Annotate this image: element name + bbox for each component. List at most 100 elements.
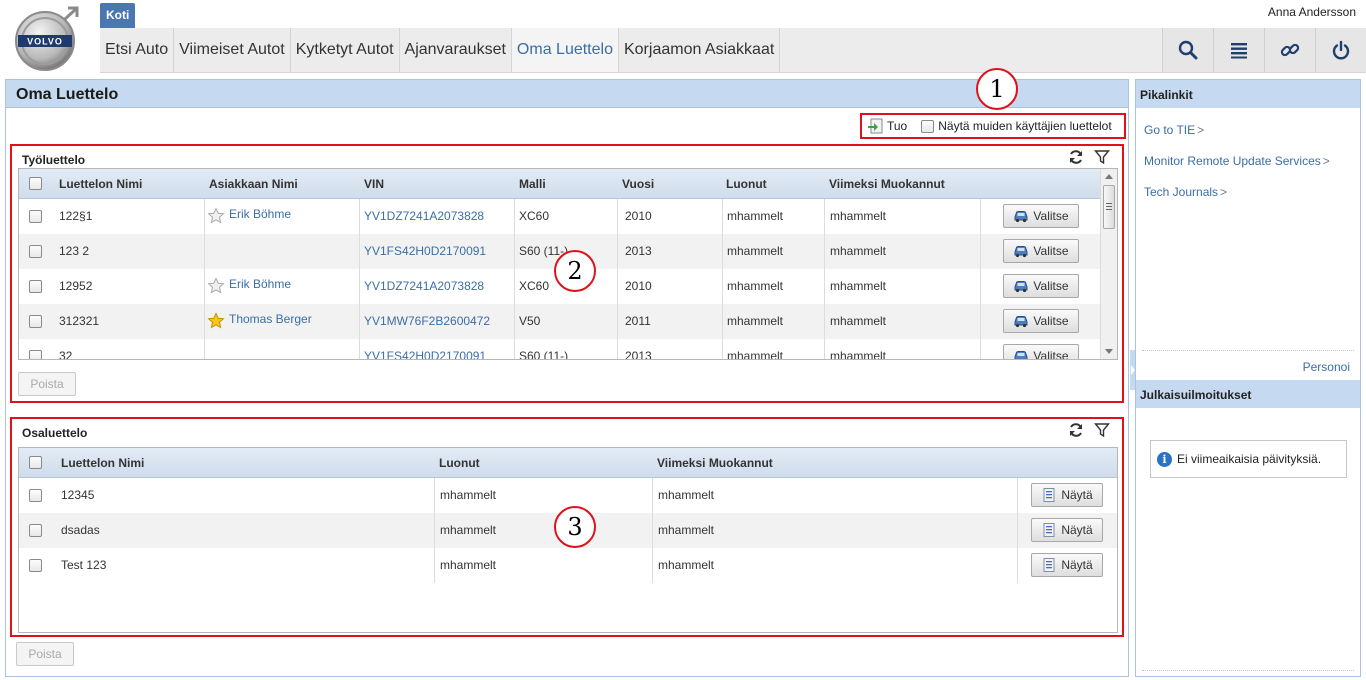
star-outline-icon[interactable] (207, 207, 225, 225)
quicklink-monitor-remote-update[interactable]: Monitor Remote Update Services > (1144, 154, 1330, 168)
modified-by-cell: mhammelt (658, 523, 715, 537)
volvo-logo[interactable]: VOLVO (10, 4, 84, 72)
logout-button[interactable] (1315, 28, 1366, 72)
import-icon[interactable] (867, 118, 883, 134)
nav-ajanvaraukset[interactable]: Ajanvaraukset (400, 28, 512, 72)
show-others-label[interactable]: Näytä muiden käyttäjien luettelot (938, 119, 1111, 133)
scroll-down-arrow-icon[interactable] (1105, 349, 1113, 354)
created-by-cell: mhammelt (727, 349, 784, 360)
vin-link[interactable]: YV1FS42H0D2170091 (364, 349, 486, 359)
chevron-right-icon: > (1197, 123, 1205, 137)
table-row[interactable]: 32 YV1FS42H0D2170091 S60 (11-) 2013 mham… (19, 339, 1117, 360)
filter-icon[interactable] (1094, 422, 1110, 438)
search-icon (1178, 40, 1198, 60)
worklist-delete-button[interactable]: Poista (18, 372, 76, 396)
car-icon (1014, 351, 1028, 359)
side-panel: Pikalinkit Go to TIE > Monitor Remote Upd… (1135, 79, 1361, 677)
table-row[interactable]: 122§1 Erik Böhme YV1DZ7241A2073828 XC60 … (19, 199, 1117, 234)
refresh-icon[interactable] (1068, 149, 1084, 165)
select-vehicle-button[interactable]: Valitse (1003, 274, 1079, 298)
column-header-year[interactable]: Vuosi (622, 177, 654, 191)
car-icon (1014, 316, 1028, 328)
quicklink-go-to-tie[interactable]: Go to TIE > (1144, 123, 1204, 137)
no-updates-text: Ei viimeaikaisia päivityksiä. (1177, 452, 1322, 466)
select-vehicle-button[interactable]: Valitse (1003, 239, 1079, 263)
column-header-modified[interactable]: Viimeksi Muokannut (657, 456, 773, 470)
list-document-icon (1043, 523, 1055, 537)
customer-name-link[interactable]: Erik Böhme (229, 277, 291, 291)
select-vehicle-button[interactable]: Valitse (1003, 204, 1079, 228)
nav-kytketyt-autot[interactable]: Kytketyt Autot (291, 28, 400, 72)
home-tab[interactable]: Koti (100, 3, 136, 28)
column-header-created[interactable]: Luonut (726, 177, 767, 191)
select-button-label: Valitse (1033, 349, 1069, 360)
modified-by-cell: mhammelt (830, 209, 887, 223)
column-divider (980, 199, 981, 359)
list-options-bar: Tuo Näytä muiden käyttäjien luettelot (860, 113, 1126, 139)
filter-icon[interactable] (1094, 149, 1110, 165)
star-filled-icon[interactable] (207, 312, 225, 330)
row-checkbox[interactable] (29, 245, 42, 258)
import-button[interactable]: Tuo (887, 119, 907, 133)
scroll-up-arrow-icon[interactable] (1105, 174, 1113, 179)
page-title-bar: Oma Luettelo (6, 80, 1128, 108)
vin-link[interactable]: YV1DZ7241A2073828 (364, 209, 484, 223)
worklist-select-all-checkbox[interactable] (29, 177, 42, 190)
user-name[interactable]: Anna Andersson (1268, 5, 1356, 19)
link-button[interactable] (1264, 28, 1315, 72)
worklist-title: Työluettelo (22, 153, 86, 167)
column-divider (204, 199, 205, 359)
table-row[interactable]: 312321 Thomas Berger YV1MW76F2B2600472 V… (19, 304, 1117, 339)
modified-by-cell: mhammelt (658, 558, 715, 572)
column-header-list-name[interactable]: Luettelon Nimi (59, 177, 142, 191)
partlist-title: Osaluettelo (22, 426, 88, 440)
row-checkbox[interactable] (29, 210, 42, 223)
column-header-customer-name[interactable]: Asiakkaan Nimi (209, 177, 298, 191)
show-others-checkbox[interactable] (921, 119, 935, 133)
refresh-icon[interactable] (1068, 422, 1084, 438)
column-divider (514, 199, 515, 359)
chevron-right-icon: > (1220, 185, 1228, 199)
vin-link[interactable]: YV1MW76F2B2600472 (364, 314, 490, 328)
column-header-modified[interactable]: Viimeksi Muokannut (829, 177, 945, 191)
quicklink-tech-journals[interactable]: Tech Journals > (1144, 185, 1227, 199)
select-vehicle-button[interactable]: Valitse (1003, 309, 1079, 333)
scroll-thumb[interactable] (1103, 185, 1115, 229)
show-list-button[interactable]: Näytä (1031, 553, 1103, 577)
vin-link[interactable]: YV1DZ7241A2073828 (364, 279, 484, 293)
worklist-scrollbar[interactable] (1100, 169, 1117, 359)
created-by-cell: mhammelt (727, 314, 784, 328)
list-icon (1231, 43, 1247, 59)
partlist-delete-button[interactable]: Poista (16, 642, 74, 666)
select-vehicle-button[interactable]: Valitse (1003, 344, 1079, 360)
personalize-link[interactable]: Personoi (1303, 360, 1350, 374)
column-header-model[interactable]: Malli (519, 177, 546, 191)
nav-viimeiset-autot[interactable]: Viimeiset Autot (174, 28, 291, 72)
star-outline-icon[interactable] (207, 277, 225, 295)
row-checkbox[interactable] (29, 559, 42, 572)
column-header-list-name[interactable]: Luettelon Nimi (61, 456, 144, 470)
show-list-button[interactable]: Näytä (1031, 483, 1103, 507)
column-header-created[interactable]: Luonut (439, 456, 480, 470)
table-row[interactable]: Test 123 mhammelt mhammelt Näytä (19, 548, 1117, 583)
search-button[interactable] (1162, 28, 1213, 72)
nav-oma-luettelo[interactable]: Oma Luettelo (511, 28, 619, 72)
nav-etsi-auto[interactable]: Etsi Auto (100, 28, 175, 72)
row-checkbox[interactable] (29, 524, 42, 537)
select-button-label: Valitse (1033, 314, 1069, 328)
row-checkbox[interactable] (29, 489, 42, 502)
column-header-vin[interactable]: VIN (364, 177, 384, 191)
row-checkbox[interactable] (29, 350, 42, 359)
list-name-cell: 12345 (61, 488, 95, 502)
vin-link[interactable]: YV1FS42H0D2170091 (364, 244, 486, 258)
customer-name-link[interactable]: Thomas Berger (229, 312, 312, 326)
menu-button[interactable] (1213, 28, 1264, 72)
customer-name-link[interactable]: Erik Böhme (229, 207, 291, 221)
created-by-cell: mhammelt (727, 279, 784, 293)
nav-korjaamon-asiakkaat[interactable]: Korjaamon Asiakkaat (619, 28, 781, 72)
show-list-button[interactable]: Näytä (1031, 518, 1103, 542)
created-by-cell: mhammelt (440, 488, 497, 502)
partlist-select-all-checkbox[interactable] (29, 456, 42, 469)
row-checkbox[interactable] (29, 315, 42, 328)
row-checkbox[interactable] (29, 280, 42, 293)
